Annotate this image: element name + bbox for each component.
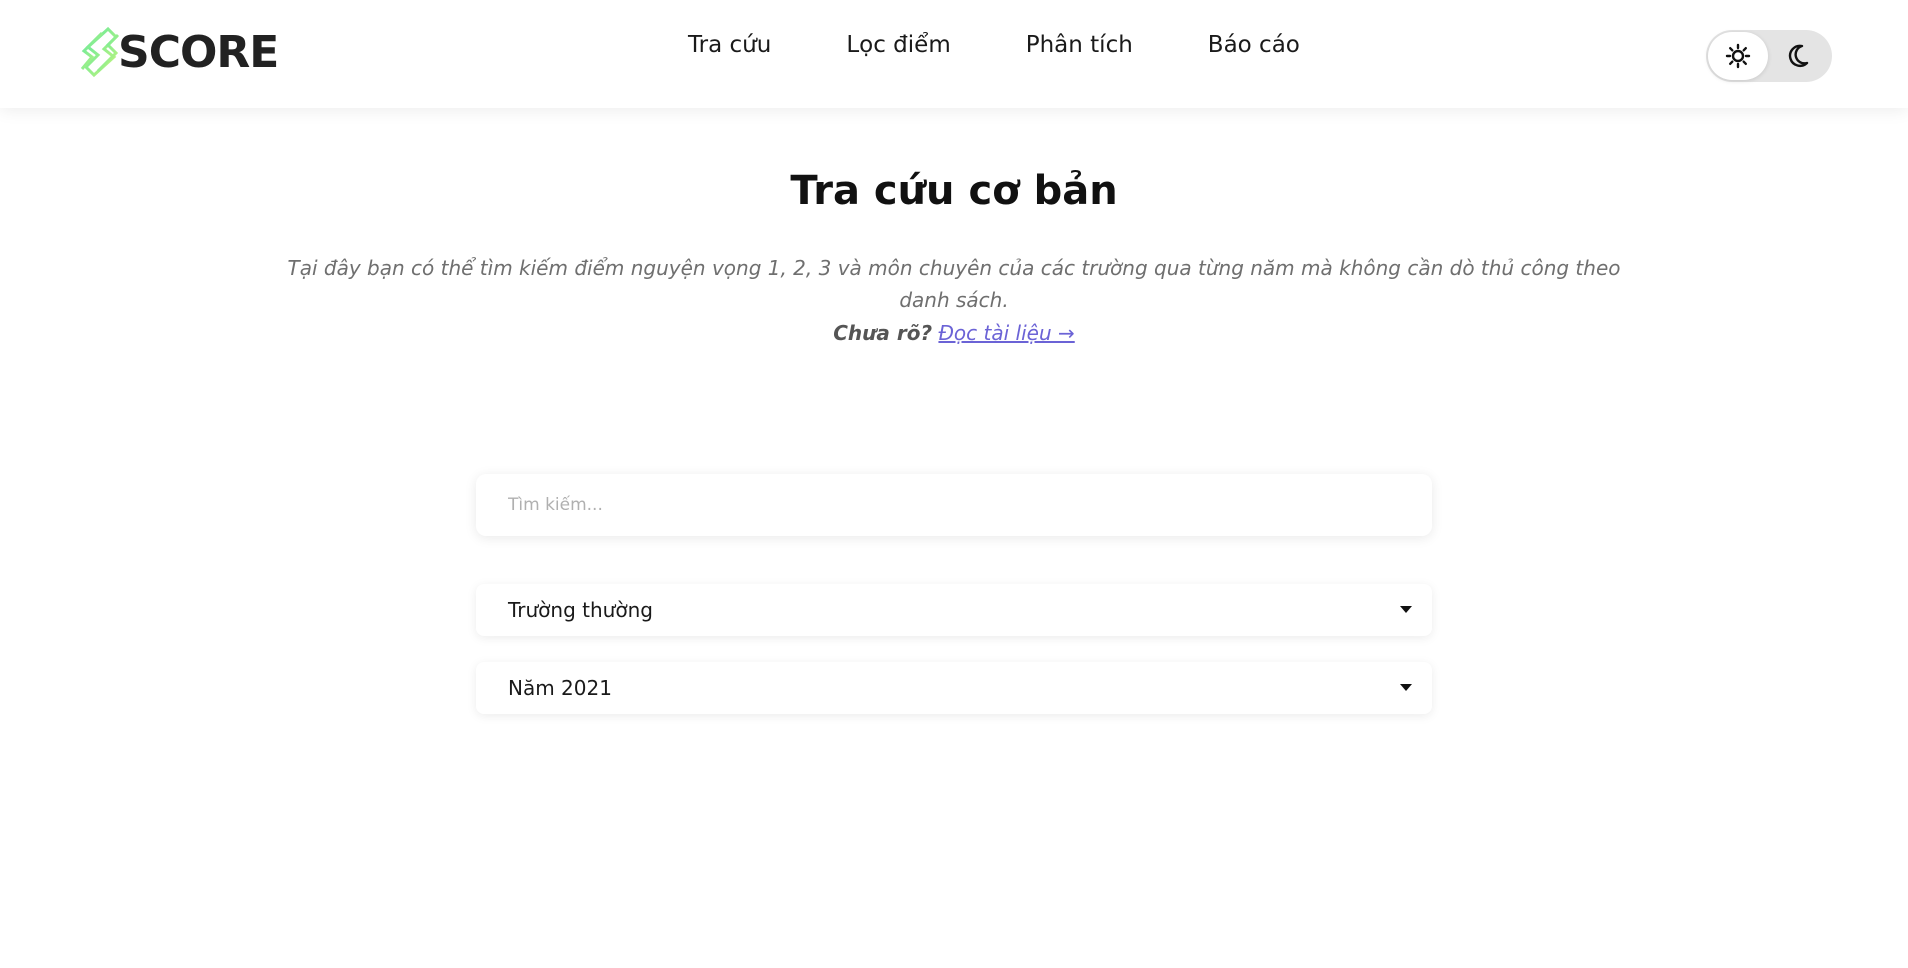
nav-item-phan-tich[interactable]: Phân tích (1026, 32, 1133, 58)
page-description: Tại đây bạn có thể tìm kiếm điểm nguyện … (287, 256, 1621, 312)
nav-item-loc-diem[interactable]: Lọc điểm (846, 32, 950, 58)
theme-toggle[interactable] (1706, 30, 1832, 82)
year-select-value: Năm 2021 (508, 676, 612, 700)
docs-link[interactable]: Đọc tài liệu → (938, 321, 1074, 345)
chevron-down-icon (1400, 684, 1412, 691)
school-type-select[interactable]: Trường thường (476, 584, 1432, 636)
page-title: Tra cứu cơ bản (790, 168, 1118, 214)
nav-item-bao-cao[interactable]: Báo cáo (1208, 32, 1300, 58)
nav-item-tra-cuu[interactable]: Tra cứu (688, 32, 771, 58)
year-select[interactable]: Năm 2021 (476, 662, 1432, 714)
top-header: SCORE Tra cứu Lọc điểm Phân tích Báo cáo (0, 0, 1908, 108)
logo-mark-icon (80, 26, 120, 78)
moon-icon-wrap[interactable] (1786, 44, 1810, 68)
logo-text: SCORE (118, 26, 279, 78)
logo[interactable]: SCORE (78, 24, 279, 80)
chevron-down-icon (1400, 606, 1412, 613)
search-box (476, 474, 1432, 536)
main-nav: Tra cứu Lọc điểm Phân tích Báo cáo (688, 32, 1300, 58)
moon-icon (1788, 44, 1809, 67)
help-question: Chưa rõ? (833, 321, 933, 345)
sun-icon (1725, 43, 1751, 69)
search-input[interactable] (476, 474, 1432, 536)
help-line: Chưa rõ? Đọc tài liệu → (0, 318, 1908, 348)
school-type-select-value: Trường thường (508, 598, 653, 622)
theme-toggle-knob[interactable] (1708, 32, 1768, 80)
